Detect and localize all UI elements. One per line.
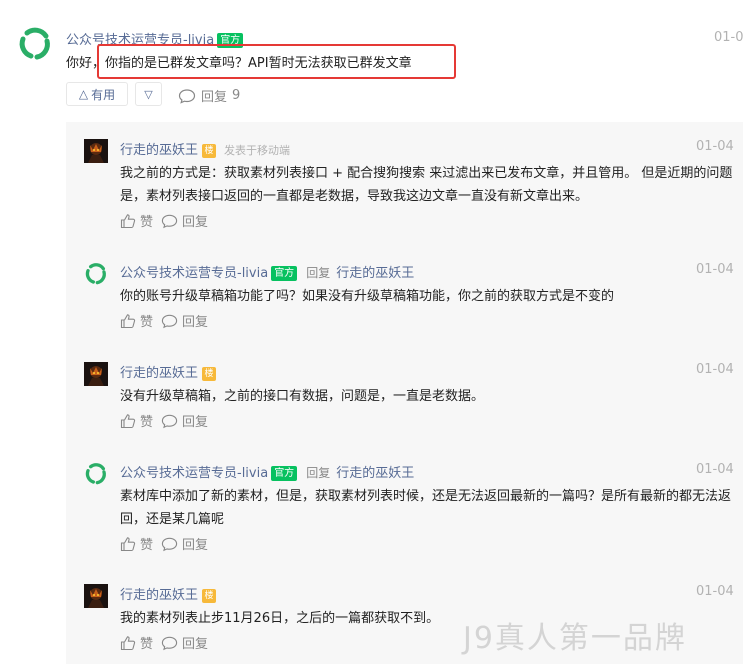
reply-text: 素材库中添加了新的素材，但是，获取素材列表时候，还是无法返回最新的一篇吗？是所有… — [120, 489, 732, 527]
reply-item: 行走的巫妖王楼发表于移动端 01-04 我之前的方式是：获取素材列表接口 + 配… — [66, 122, 743, 240]
reply-label: 回复 — [182, 637, 209, 652]
reply-actions: 赞 回复 — [120, 211, 216, 230]
reply-label: 回复 — [182, 538, 209, 553]
reply-actions: 赞 回复 — [120, 534, 216, 553]
reply-date: 01-04 — [696, 139, 734, 154]
reply-button[interactable]: 回复 — [161, 534, 208, 553]
speech-bubble-icon — [161, 636, 178, 650]
reply-text: 我之前的方式是：获取素材列表接口 + 配合搜狗搜索 来过滤出来已发布文章，并且管… — [120, 166, 733, 204]
reply-text: 你的账号升级草稿箱功能了吗？如果没有升级草稿箱功能，你之前的获取方式是不变的 — [120, 289, 615, 304]
reply-label: 回复 — [182, 215, 209, 230]
thumbs-up-icon — [120, 213, 136, 228]
speech-bubble-icon — [161, 314, 178, 328]
speech-bubble-icon — [161, 537, 178, 551]
reply-author-name[interactable]: 公众号技术运营专员-livia — [120, 266, 268, 281]
reply-label: 回复 — [182, 415, 209, 430]
useful-button[interactable]: △ 有用 — [66, 82, 128, 106]
like-label: 赞 — [140, 415, 154, 430]
like-label: 赞 — [140, 315, 154, 330]
like-button[interactable]: 赞 — [120, 211, 153, 230]
reply-author-row: 行走的巫妖王楼发表于移动端 — [120, 139, 290, 158]
user-avatar[interactable] — [84, 362, 108, 386]
reply-author-name[interactable]: 公众号技术运营专员-livia — [120, 466, 268, 481]
reply-actions: 赞 回复 — [120, 633, 216, 652]
reply-label: 回复 — [182, 315, 209, 330]
useful-label: 有用 — [91, 87, 116, 102]
triangle-down-icon: ▽ — [144, 87, 153, 101]
official-avatar-logo[interactable] — [84, 462, 108, 486]
like-button[interactable]: 赞 — [120, 633, 153, 652]
floor-badge: 楼 — [202, 144, 217, 158]
like-label: 赞 — [140, 637, 154, 652]
highlight-annotation-box — [97, 44, 456, 79]
thumbs-up-icon — [120, 413, 136, 428]
thumbs-up-icon — [120, 313, 136, 328]
triangle-up-icon: △ — [78, 87, 89, 101]
thumbs-up-icon — [120, 635, 136, 650]
reply-author-name[interactable]: 行走的巫妖王 — [120, 588, 198, 603]
reply-date: 01-04 — [696, 584, 734, 599]
speech-bubble-icon — [178, 88, 196, 104]
like-button[interactable]: 赞 — [120, 534, 153, 553]
floor-badge: 楼 — [202, 589, 217, 603]
reply-actions: 赞 回复 — [120, 411, 216, 430]
floor-badge: 楼 — [202, 367, 217, 381]
reply-count-button[interactable]: 回复 9 — [178, 86, 240, 105]
reply-button[interactable]: 回复 — [161, 211, 208, 230]
like-label: 赞 — [140, 538, 154, 553]
reply-item: 公众号技术运营专员-livia 官方 回复 行走的巫妖王 01-04 素材库中添加了新… — [66, 445, 743, 563]
reply-button[interactable]: 回复 — [161, 633, 208, 652]
reply-date: 01-04 — [696, 462, 734, 477]
official-badge: 官方 — [271, 266, 298, 281]
reply-actions: 赞 回复 — [120, 311, 216, 330]
reply-item: 行走的巫妖王楼 01-04 没有升级草稿箱，之前的接口有数据，问题是，一直是老数… — [66, 345, 743, 440]
reply-thread: 行走的巫妖王楼发表于移动端 01-04 我之前的方式是：获取素材列表接口 + 配… — [66, 122, 743, 664]
reply-button[interactable]: 回复 — [161, 411, 208, 430]
reply-author-row: 公众号技术运营专员-livia 官方 回复 行走的巫妖王 — [120, 262, 414, 281]
comment-date: 01-0 — [714, 30, 743, 45]
reply-author-row: 行走的巫妖王楼 — [120, 362, 217, 381]
not-useful-button[interactable]: ▽ — [135, 82, 162, 106]
reply-author-row: 行走的巫妖王楼 — [120, 584, 217, 603]
reply-author-row: 公众号技术运营专员-livia 官方 回复 行走的巫妖王 — [120, 462, 414, 481]
reply-button[interactable]: 回复 — [161, 311, 208, 330]
reply-target-name[interactable]: 行走的巫妖王 — [336, 466, 414, 481]
reply-author-name[interactable]: 行走的巫妖王 — [120, 143, 198, 158]
reply-target-name[interactable]: 行走的巫妖王 — [336, 266, 414, 281]
official-avatar-logo[interactable] — [84, 262, 108, 286]
speech-bubble-icon — [161, 214, 178, 228]
watermark-text: J9真人第一品牌 — [463, 621, 687, 656]
like-label: 赞 — [140, 215, 154, 230]
user-avatar[interactable] — [84, 584, 108, 608]
user-avatar[interactable] — [84, 139, 108, 163]
official-badge: 官方 — [271, 466, 298, 481]
reply-count: 9 — [232, 88, 241, 103]
reply-date: 01-04 — [696, 262, 734, 277]
reply-to-word: 回复 — [306, 266, 331, 280]
reply-date: 01-04 — [696, 362, 734, 377]
official-avatar-logo[interactable] — [17, 26, 53, 62]
reply-text: 没有升级草稿箱，之前的接口有数据，问题是，一直是老数据。 — [120, 389, 485, 404]
reply-label: 回复 — [201, 90, 228, 105]
like-button[interactable]: 赞 — [120, 411, 153, 430]
like-button[interactable]: 赞 — [120, 311, 153, 330]
reply-to-word: 回复 — [306, 466, 331, 480]
thumbs-up-icon — [120, 536, 136, 551]
post-source-meta: 发表于移动端 — [224, 144, 291, 157]
speech-bubble-icon — [161, 414, 178, 428]
reply-item: 公众号技术运营专员-livia 官方 回复 行走的巫妖王 01-04 你的账号升级草稿… — [66, 245, 743, 340]
reply-author-name[interactable]: 行走的巫妖王 — [120, 366, 198, 381]
